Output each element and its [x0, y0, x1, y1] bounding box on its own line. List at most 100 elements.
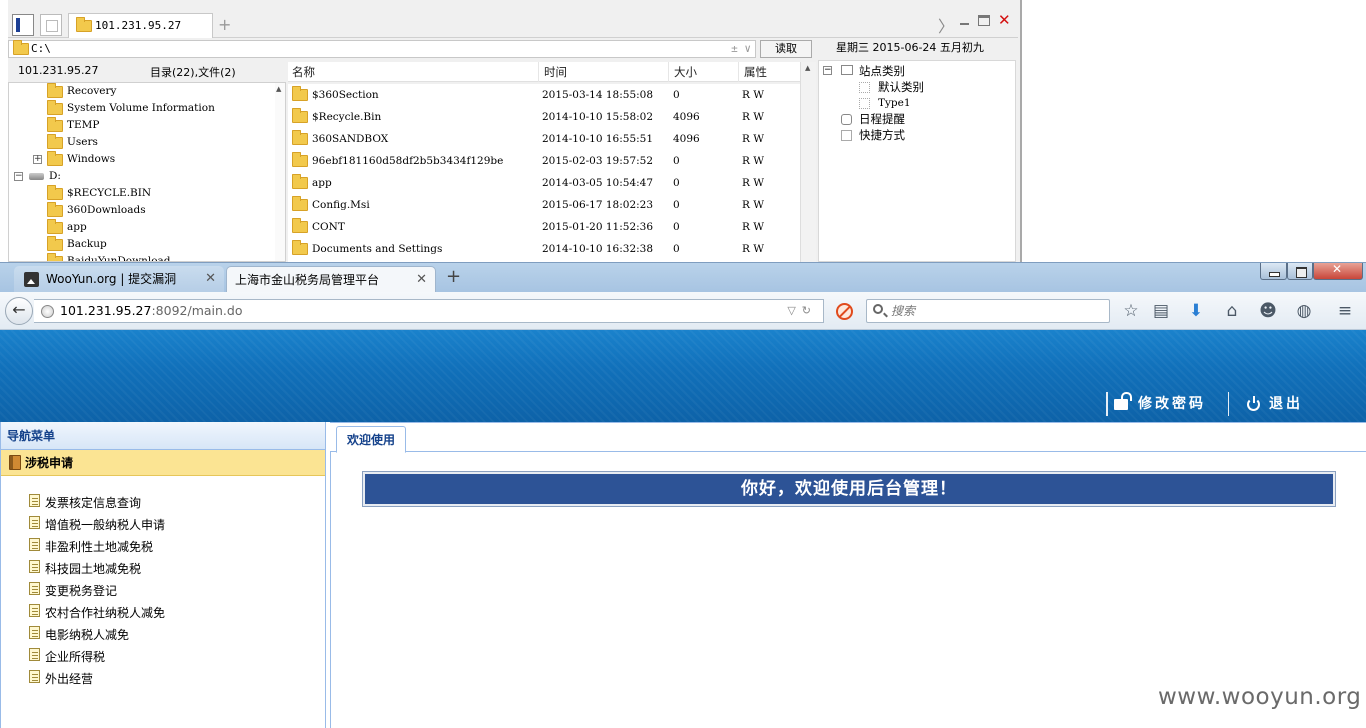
document-icon	[29, 648, 40, 661]
nav-item[interactable]: 农村合作社纳税人减免	[29, 603, 165, 623]
collapse-icon[interactable]: −	[823, 66, 832, 75]
change-password-button[interactable]: 修改密码	[1106, 392, 1206, 416]
side-item-schedule[interactable]: 日程提醒	[859, 111, 905, 127]
column-name[interactable]: 名称	[292, 64, 315, 80]
path-dropdown-icon[interactable]: ± ∨	[731, 41, 751, 57]
folder-icon	[47, 83, 63, 98]
minimize-icon[interactable]	[1260, 263, 1287, 280]
close-icon[interactable]: ✕	[998, 11, 1011, 29]
file-attr: R W	[742, 133, 765, 145]
unlock-icon	[1114, 392, 1132, 410]
collapse-icon[interactable]: −	[14, 172, 23, 181]
menu-icon[interactable]: ≡	[1334, 300, 1356, 322]
file-size: 0	[673, 177, 680, 189]
folder-icon	[47, 100, 63, 115]
nav-group-label: 涉税申请	[25, 456, 74, 470]
column-divider	[538, 62, 539, 82]
nav-item[interactable]: 企业所得税	[29, 647, 105, 667]
side-item-site-category[interactable]: 站点类别	[859, 63, 905, 79]
reload-icon[interactable]: ▽↻	[787, 300, 817, 322]
star-icon[interactable]: ☆	[1120, 300, 1142, 322]
file-time: 2014-03-05 10:54:47	[542, 177, 654, 189]
fm-tab-host[interactable]: 101.231.95.27	[68, 13, 213, 38]
folder-icon	[47, 134, 63, 149]
minimize-icon[interactable]	[960, 23, 969, 25]
nav-item[interactable]: 发票核定信息查询	[29, 493, 141, 513]
expand-icon[interactable]: +	[33, 155, 42, 164]
nav-group-tax-application[interactable]: 涉税申请	[1, 450, 325, 476]
table-row[interactable]: Config.Msi 2015-06-17 18:02:23 0 R W	[288, 194, 798, 216]
file-attr: R W	[742, 199, 765, 211]
new-tab-button[interactable]: +	[446, 266, 461, 287]
close-icon[interactable]	[1313, 262, 1363, 280]
logout-button[interactable]: 退出	[1228, 392, 1303, 416]
file-name: $360Section	[312, 89, 379, 101]
column-size[interactable]: 大小	[674, 64, 697, 80]
document-icon	[29, 494, 40, 507]
smiley-icon[interactable]: ☻	[1257, 300, 1279, 322]
column-time[interactable]: 时间	[544, 64, 567, 80]
browser-tab-wooyun[interactable]: WooYun.org | 提交漏洞 ✕	[14, 266, 224, 293]
read-button[interactable]: 读取	[760, 40, 812, 58]
side-item-shortcuts[interactable]: 快捷方式	[859, 127, 905, 143]
table-row[interactable]: $360Section 2015-03-14 18:55:08 0 R W	[288, 84, 798, 106]
nav-item-label: 变更税务登记	[45, 584, 118, 598]
table-row[interactable]: app 2014-03-05 10:54:47 0 R W	[288, 172, 798, 194]
tab-close-icon[interactable]: ✕	[416, 267, 427, 293]
chevron-right-icon[interactable]: 〉	[938, 13, 954, 37]
document-icon	[29, 538, 40, 551]
side-item-type1[interactable]: Type1	[878, 95, 911, 111]
column-attr[interactable]: 属性	[744, 64, 767, 80]
url-path: :8092/main.do	[151, 303, 243, 318]
tree-item-label: TEMP	[67, 119, 100, 131]
folder-icon	[47, 117, 63, 132]
logout-label: 退出	[1269, 396, 1303, 412]
table-row[interactable]: Documents and Settings 2014-10-10 16:32:3…	[288, 238, 798, 260]
side-item-default-category[interactable]: 默认类别	[878, 79, 924, 95]
nav-item[interactable]: 变更税务登记	[29, 581, 117, 601]
column-divider	[668, 62, 669, 82]
file-list-scrollbar[interactable]	[800, 62, 816, 262]
fm-path-input[interactable]: C:\ ± ∨	[8, 40, 756, 58]
nav-item[interactable]: 非盈利性土地减免税	[29, 537, 153, 557]
schedule-icon	[841, 114, 852, 125]
fm-new-tab-button[interactable]: +	[218, 15, 231, 34]
tree-item-label: Users	[67, 136, 98, 148]
book-icon	[9, 455, 21, 470]
file-name: Documents and Settings	[312, 243, 443, 255]
url-bar[interactable]: 101.231.95.27:8092/main.do ▽↻	[34, 299, 824, 323]
fm-directory-tree[interactable]: Recovery System Volume Information TEMP …	[8, 82, 286, 262]
sidebar-toggle-icon[interactable]	[12, 14, 34, 36]
back-arrow-icon[interactable]: ←	[5, 297, 33, 325]
search-input[interactable]: 搜索	[866, 299, 1110, 323]
nav-item[interactable]: 科技园土地减免税	[29, 559, 141, 579]
checkbox-icon[interactable]	[859, 82, 870, 93]
folder-icon	[47, 185, 63, 200]
download-icon[interactable]: ⬇	[1185, 300, 1207, 322]
table-row[interactable]: 96ebf181160d58df2b5b3434f129be 2015-02-03…	[288, 150, 798, 172]
nav-item[interactable]: 电影纳税人减免	[29, 625, 129, 645]
table-row[interactable]: 360SANDBOX 2014-10-10 16:55:51 4096 R W	[288, 128, 798, 150]
tree-item-label: System Volume Information	[67, 102, 215, 114]
nav-item-label: 发票核定信息查询	[45, 496, 142, 510]
browser-tab-tax-platform[interactable]: 上海市金山税务局管理平台 ✕	[226, 266, 436, 293]
blocked-content-icon[interactable]	[836, 303, 853, 320]
home-icon[interactable]: ⌂	[1221, 300, 1243, 322]
reading-list-icon[interactable]: ▤	[1150, 300, 1172, 322]
checkbox-icon[interactable]	[859, 98, 870, 109]
date-display: 星期三 2015-06-24 五月初九	[836, 41, 984, 54]
nav-item[interactable]: 外出经营	[29, 669, 93, 689]
file-size: 4096	[673, 133, 700, 145]
tab-welcome[interactable]: 欢迎使用	[336, 426, 406, 453]
tab-close-icon[interactable]: ✕	[205, 266, 216, 292]
file-time: 2015-01-20 11:52:36	[542, 221, 654, 233]
nav-item[interactable]: 增值税一般纳税人申请	[29, 515, 165, 535]
globe-icon[interactable]: ◍	[1293, 300, 1315, 322]
tree-scrollbar[interactable]	[275, 83, 285, 261]
file-size: 0	[673, 199, 680, 211]
table-row[interactable]: CONT 2015-01-20 11:52:36 0 R W	[288, 216, 798, 238]
maximize-icon[interactable]	[978, 15, 990, 26]
table-row[interactable]: $Recycle.Bin 2014-10-10 15:58:02 4096 R W	[288, 106, 798, 128]
restore-icon[interactable]	[1287, 263, 1313, 280]
blank-tab-icon[interactable]	[40, 14, 62, 36]
